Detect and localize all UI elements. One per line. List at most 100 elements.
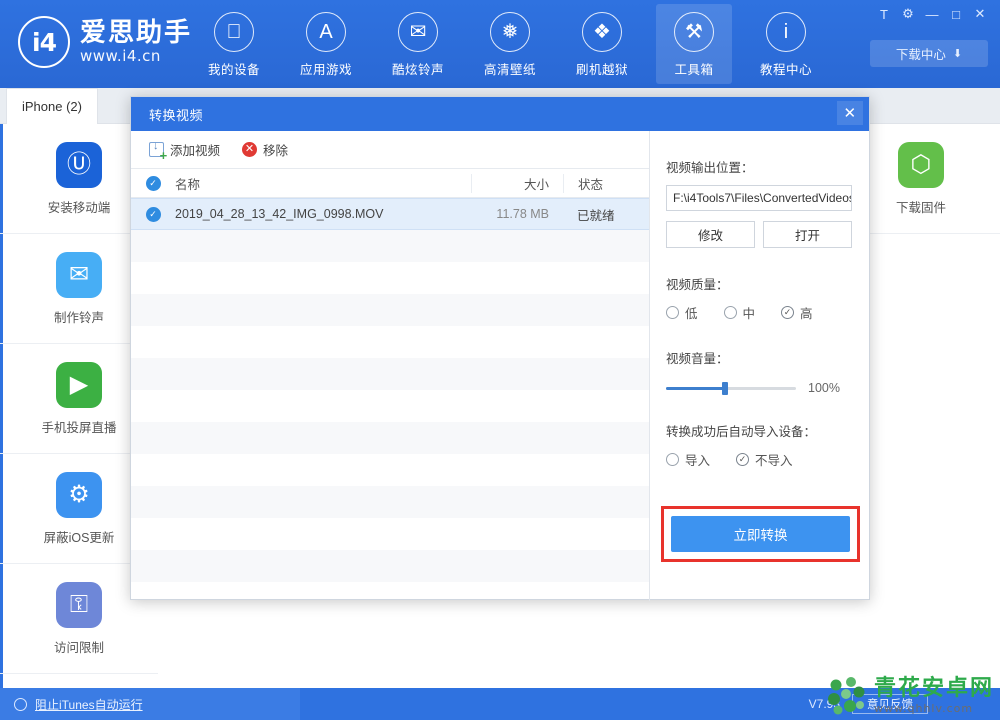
info-icon: i	[766, 12, 806, 52]
row-size: 11.78 MB	[496, 207, 549, 221]
open-path-button[interactable]: 打开	[763, 221, 852, 248]
bell-icon: ✉	[398, 12, 438, 52]
tab-iphone[interactable]: iPhone (2)	[6, 88, 98, 124]
radio-label: 不导入	[755, 454, 793, 468]
radio-label: 中	[742, 307, 756, 321]
radio-label: 低	[685, 307, 698, 321]
tool-item-label: 屏蔽iOS更新	[43, 530, 115, 545]
radio-indicator-icon	[723, 306, 737, 319]
radio-label: 高	[800, 307, 813, 321]
volume-slider-fill	[666, 386, 725, 390]
dialog-close-icon[interactable]: ✕	[837, 101, 863, 125]
dialog-left-pane: 添加视频 ✕ 移除 ✓ 名称 大小 状态	[131, 131, 650, 601]
empty-row	[131, 486, 649, 518]
output-path-input[interactable]: F:\i4Tools7\Files\ConvertedVideos	[666, 185, 852, 211]
radio-option-2[interactable]: ✓ 不导入	[736, 450, 793, 469]
main-navigation:  我的设备 A 应用游戏 ✉ 酷炫铃声 ❅ 高清壁纸 ❖ 刷机越狱 ⚒ 工具箱 i 教程中心	[196, 4, 840, 84]
brand-logo[interactable]: i4 爱思助手 www.i4.cn	[18, 16, 192, 68]
nav-item-3[interactable]: ✉ 酷炫铃声	[380, 4, 456, 84]
radio-option-2[interactable]: 中	[723, 303, 756, 322]
video-quality-radiogroup: 低中 ✓ 高	[666, 303, 855, 322]
watermark-logo-icon	[826, 676, 868, 716]
convert-now-button[interactable]: 立即转换	[671, 516, 850, 552]
dialog-titlebar: 转换视频 ✕	[131, 97, 869, 131]
settings-gear-icon[interactable]: ⚙	[896, 3, 920, 25]
empty-row	[131, 582, 649, 601]
remove-icon: ✕	[242, 142, 258, 157]
volume-slider-row: 100%	[666, 381, 855, 395]
tools-icon: ⚒	[674, 12, 714, 52]
firmware-cube-icon: ⬡	[898, 141, 944, 188]
nav-item-5[interactable]: ❖ 刷机越狱	[564, 4, 640, 84]
nav-item-label: 高清壁纸	[483, 63, 536, 77]
table-row[interactable]: ✓ 2019_04_28_13_42_IMG_0998.MOV 11.78 MB 已就…	[131, 198, 649, 230]
nav-item-6[interactable]: ⚒ 工具箱	[656, 4, 732, 84]
radio-option-1[interactable]: 导入	[666, 450, 710, 469]
video-list[interactable]: ✓ 2019_04_28_13_42_IMG_0998.MOV 11.78 MB 已就…	[131, 198, 649, 601]
video-volume-label: 视频音量：	[666, 352, 729, 366]
volume-slider[interactable]	[666, 381, 796, 395]
empty-row	[131, 358, 649, 390]
video-volume-section: 视频音量： 100%	[666, 348, 855, 395]
output-path-label: 视频输出位置：	[666, 161, 754, 175]
tool-item-label: 访问限制	[53, 640, 104, 655]
ringtone-bell-icon: ✉	[56, 251, 102, 298]
remove-video-label: 移除	[263, 144, 289, 158]
empty-row	[131, 326, 649, 358]
empty-row	[131, 454, 649, 486]
apple-icon: 	[214, 12, 254, 52]
download-arrow-icon: ⬇	[952, 48, 963, 60]
empty-row	[131, 390, 649, 422]
tool-item-label: 制作铃声	[53, 310, 104, 325]
watermark-name: 青花安卓网	[873, 675, 994, 700]
nav-item-label: 应用游戏	[299, 63, 352, 77]
nav-item-4[interactable]: ❅ 高清壁纸	[472, 4, 548, 84]
radio-option-1[interactable]: 低	[666, 303, 698, 322]
empty-row	[131, 422, 649, 454]
dialog-body: 添加视频 ✕ 移除 ✓ 名称 大小 状态	[131, 131, 871, 601]
i4-app-icon: Ⓤ	[56, 141, 102, 188]
minimize-icon[interactable]: —	[920, 3, 944, 25]
video-list-header: ✓ 名称 大小 状态	[131, 169, 649, 198]
empty-row	[131, 230, 649, 262]
convert-video-dialog: 转换视频 ✕ 添加视频 ✕ 移除	[130, 96, 871, 601]
column-header-status[interactable]: 状态	[563, 173, 649, 193]
column-header-name[interactable]: 名称	[175, 174, 471, 193]
dialog-title: 转换视频	[149, 107, 204, 123]
volume-slider-thumb[interactable]	[721, 381, 728, 395]
download-center-button[interactable]: 下载中心 ⬇	[870, 40, 988, 67]
check-icon: ✓	[145, 206, 161, 222]
app-window: i4 爱思助手 www.i4.cn  我的设备 A 应用游戏 ✉ 酷炫铃声 ❅ 高清壁纸 ❖ 刷…	[0, 0, 1000, 720]
nav-item-1[interactable]:  我的设备	[196, 4, 272, 84]
skin-icon[interactable]: Т	[872, 3, 896, 25]
add-video-button[interactable]: 添加视频	[149, 140, 220, 162]
convert-highlight-box: 立即转换	[661, 506, 860, 562]
brand-name: 爱思助手	[80, 17, 193, 48]
close-icon[interactable]: ✕	[968, 3, 992, 25]
restriction-key-icon: ⚿	[56, 581, 102, 628]
block-itunes-label: 阻止iTunes自动运行	[35, 697, 143, 712]
nav-item-label: 工具箱	[674, 63, 714, 77]
nav-item-7[interactable]: i 教程中心	[748, 4, 824, 84]
maximize-icon[interactable]: □	[944, 3, 968, 25]
watermark: 青花安卓网 www.qhhlv.com	[826, 676, 994, 716]
row-checkbox[interactable]: ✓	[131, 206, 175, 222]
modify-path-button[interactable]: 修改	[666, 221, 755, 248]
nav-item-2[interactable]: A 应用游戏	[288, 4, 364, 84]
empty-row	[131, 518, 649, 550]
column-header-size[interactable]: 大小	[471, 173, 563, 193]
auto-import-radiogroup: 导入 ✓ 不导入	[666, 450, 855, 469]
auto-import-label: 转换成功后自动导入设备：	[666, 425, 817, 439]
empty-row	[131, 550, 649, 582]
watermark-text: 青花安卓网 www.qhhlv.com	[873, 675, 994, 716]
output-path-buttons: 修改 打开	[666, 221, 855, 248]
select-all-checkbox[interactable]: ✓	[131, 175, 175, 191]
box-open-icon: ❖	[582, 12, 622, 52]
remove-video-button[interactable]: ✕ 移除	[242, 140, 288, 159]
volume-value: 100%	[808, 381, 840, 395]
block-itunes-toggle[interactable]: 阻止iTunes自动运行	[0, 688, 300, 720]
nav-item-label: 刷机越狱	[575, 63, 628, 77]
radio-indicator-icon: ✓	[781, 306, 795, 319]
radio-option-3[interactable]: ✓ 高	[781, 303, 813, 322]
radio-label: 导入	[685, 454, 711, 468]
